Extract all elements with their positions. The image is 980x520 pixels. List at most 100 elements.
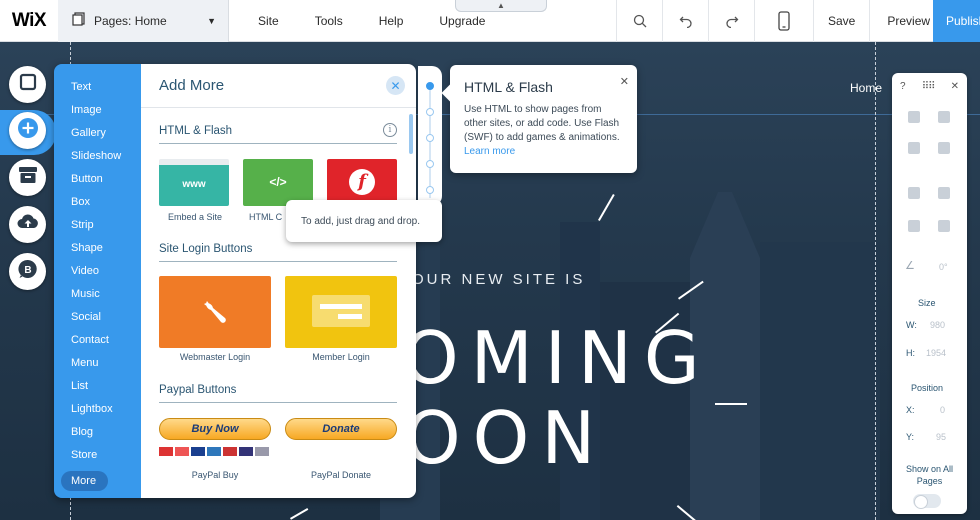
- flash-thumb[interactable]: f: [327, 159, 397, 206]
- add-categories: Text Image Gallery Slideshow Button Box …: [54, 64, 141, 498]
- y-value[interactable]: 95: [936, 432, 946, 442]
- app-market-button[interactable]: [9, 159, 46, 196]
- category-more[interactable]: More: [61, 471, 108, 491]
- menu-help[interactable]: Help: [361, 14, 422, 28]
- position-label: Position: [911, 383, 944, 393]
- step-dot[interactable]: [426, 186, 434, 194]
- height-label: H:: [906, 348, 915, 358]
- publish-button[interactable]: Publish: [933, 0, 980, 42]
- drag-tooltip: To add, just drag and drop.: [286, 200, 442, 242]
- category-contact[interactable]: Contact: [54, 331, 141, 354]
- align-center-icon[interactable]: [908, 220, 920, 232]
- html-flash-help-popup: HTML & Flash Use HTML to show pages from…: [441, 65, 637, 173]
- category-video[interactable]: Video: [54, 262, 141, 285]
- category-lightbox[interactable]: Lightbox: [54, 400, 141, 423]
- paste-icon[interactable]: [938, 111, 950, 123]
- category-box[interactable]: Box: [54, 193, 141, 216]
- zoom-icon[interactable]: [616, 0, 662, 42]
- x-label: X:: [906, 405, 915, 415]
- distribute-icon[interactable]: [938, 220, 950, 232]
- rotation-value[interactable]: 0°: [939, 262, 948, 272]
- help-icon[interactable]: ?: [900, 81, 906, 92]
- arrange-icon[interactable]: [908, 187, 920, 199]
- collapse-toolbar-tab[interactable]: ▲: [455, 0, 547, 12]
- category-image[interactable]: Image: [54, 101, 141, 124]
- category-strip[interactable]: Strip: [54, 216, 141, 239]
- upload-button[interactable]: [9, 206, 46, 243]
- pages-dropdown[interactable]: Pages: Home ▼: [58, 0, 229, 42]
- help-popup-body: Use HTML to show pages from other sites,…: [464, 103, 623, 159]
- step-dot-active[interactable]: [426, 82, 434, 90]
- step-dot[interactable]: [426, 108, 434, 116]
- mobile-view-icon[interactable]: [754, 0, 813, 42]
- x-value[interactable]: 0: [940, 405, 945, 415]
- duplicate-icon[interactable]: [908, 142, 920, 154]
- width-label: W:: [906, 320, 917, 330]
- rotate-angle-icon[interactable]: ∠: [905, 259, 915, 272]
- paypal-buy-caption: PayPal Buy: [191, 470, 239, 480]
- flash-icon: f: [349, 169, 375, 195]
- category-blog[interactable]: Blog: [54, 423, 141, 446]
- guide-line: [875, 42, 876, 520]
- category-list[interactable]: List: [54, 377, 141, 400]
- html-code-thumb[interactable]: </>: [243, 159, 313, 206]
- category-social[interactable]: Social: [54, 308, 141, 331]
- menu-tools[interactable]: Tools: [297, 14, 361, 28]
- close-icon[interactable]: ✕: [951, 81, 959, 92]
- align-right-icon[interactable]: [938, 187, 950, 199]
- site-nav-home[interactable]: Home: [850, 81, 882, 95]
- redo-icon[interactable]: [708, 0, 754, 42]
- category-music[interactable]: Music: [54, 285, 141, 308]
- inspector-panel: ? ⠿⠿ ✕ ∠ 0° Size W: 980 H: 1954 Position…: [892, 73, 967, 514]
- category-slideshow[interactable]: Slideshow: [54, 147, 141, 170]
- copy-icon[interactable]: [908, 111, 920, 123]
- menu-upgrade[interactable]: Upgrade: [421, 14, 503, 28]
- wix-logo[interactable]: WiX: [0, 0, 58, 42]
- embed-site-thumb[interactable]: www: [159, 159, 229, 206]
- category-menu[interactable]: Menu: [54, 354, 141, 377]
- close-icon[interactable]: ✕: [386, 76, 405, 95]
- store-icon: [18, 166, 38, 189]
- delete-icon[interactable]: [938, 142, 950, 154]
- learn-more-link[interactable]: Learn more: [464, 146, 515, 157]
- show-all-pages-toggle[interactable]: [913, 494, 941, 509]
- close-icon[interactable]: ✕: [620, 75, 629, 88]
- panel-scrollbar[interactable]: [409, 114, 413, 154]
- section-title-html-flash: HTML & Flash: [159, 125, 233, 137]
- paypal-buy-now-button[interactable]: Buy Now: [159, 418, 271, 440]
- save-button[interactable]: Save: [813, 0, 869, 42]
- page-background-icon: [19, 73, 37, 96]
- pages-dropdown-label: Pages: Home: [94, 13, 167, 28]
- width-value[interactable]: 980: [930, 320, 945, 330]
- help-popup-text: Use HTML to show pages from other sites,…: [464, 104, 620, 143]
- building-silhouette: [760, 242, 880, 520]
- category-text[interactable]: Text: [54, 78, 141, 101]
- undo-icon[interactable]: [662, 0, 708, 42]
- chevron-up-icon: ▲: [497, 1, 505, 10]
- plus-circle-icon: [17, 117, 39, 144]
- pages-menu-button[interactable]: [9, 66, 46, 103]
- paypal-donate-button[interactable]: Donate: [285, 418, 397, 440]
- html-code-caption: HTML C: [249, 212, 283, 222]
- category-shape[interactable]: Shape: [54, 239, 141, 262]
- drag-handle-icon[interactable]: ⠿⠿: [922, 81, 936, 92]
- decor-ray: [290, 508, 309, 520]
- step-dot[interactable]: [426, 134, 434, 142]
- category-button[interactable]: Button: [54, 170, 141, 193]
- category-store[interactable]: Store: [54, 446, 141, 469]
- hero-subtitle[interactable]: OUR NEW SITE IS: [412, 271, 585, 288]
- menu-site[interactable]: Site: [240, 14, 297, 28]
- blog-button[interactable]: B: [9, 253, 46, 290]
- height-value[interactable]: 1954: [926, 348, 946, 358]
- member-login-thumb[interactable]: [285, 276, 397, 348]
- webmaster-login-thumb[interactable]: [159, 276, 271, 348]
- category-gallery[interactable]: Gallery: [54, 124, 141, 147]
- info-icon[interactable]: i: [383, 123, 397, 137]
- add-button[interactable]: [9, 112, 46, 149]
- size-label: Size: [918, 298, 936, 308]
- svg-text:B: B: [24, 265, 31, 276]
- section-divider: [159, 143, 397, 144]
- step-dot[interactable]: [426, 160, 434, 168]
- hero-headline-line2[interactable]: OON: [404, 396, 607, 480]
- hero-headline-line1[interactable]: OMING: [402, 316, 712, 400]
